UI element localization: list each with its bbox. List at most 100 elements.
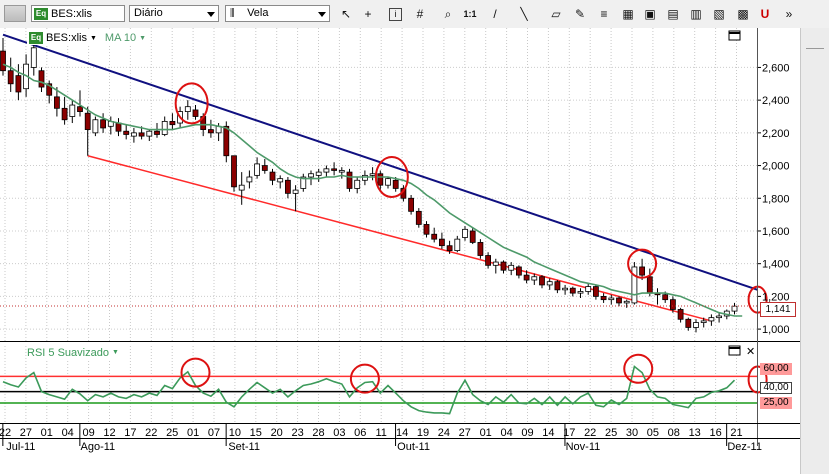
candle-body — [616, 297, 622, 304]
line-tool-icon[interactable]: / — [487, 6, 503, 22]
month-label: Set-11 — [228, 441, 260, 453]
indicator-icon[interactable]: ▦ — [620, 6, 636, 22]
legend-ma[interactable]: MA 10 — [105, 32, 136, 44]
candle-body — [415, 210, 422, 225]
time-axis-label: 23 — [291, 427, 303, 439]
price-axis-label: 1,400 — [762, 259, 790, 271]
grid-icon[interactable]: # — [412, 6, 428, 22]
cursor-icon[interactable]: ↖ — [338, 6, 354, 22]
time-axis-label: 11 — [375, 427, 386, 439]
candle-body — [485, 255, 492, 266]
pencil-icon[interactable]: ✎ — [572, 6, 588, 22]
calendar-icon[interactable]: ▥ — [688, 6, 704, 22]
candle-body — [238, 184, 245, 191]
candle-body — [69, 104, 76, 117]
news-icon[interactable]: ▤ — [665, 6, 681, 22]
toolbar-handle[interactable] — [4, 5, 26, 22]
time-axis-label: 05 — [647, 427, 659, 439]
price-axis: 2,6002,4002,2002,0001,8001,6001,4001,200… — [757, 62, 790, 336]
chart-svg[interactable]: 2,6002,4002,2002,0001,8001,6001,4001,200… — [0, 28, 800, 474]
candle-body — [315, 171, 322, 176]
candle-body — [130, 132, 137, 137]
time-axis-label: 25 — [605, 427, 617, 439]
candle-body — [61, 107, 68, 121]
price-axis-label: 1,800 — [762, 193, 790, 205]
alert-icon[interactable]: ▣ — [642, 6, 658, 22]
rsi-title[interactable]: RSI 5 Suavizado — [27, 347, 109, 359]
settings-icon[interactable]: ▩ — [735, 6, 751, 22]
candle-body — [600, 295, 607, 301]
period-value: Diário — [134, 7, 163, 19]
symbol-input[interactable]: Eq BES:xlis — [31, 5, 125, 22]
candle-body — [569, 287, 576, 294]
candle-body — [454, 238, 461, 251]
chevron-down-icon[interactable]: ▼ — [139, 35, 146, 42]
price-axis-label: 1,600 — [762, 226, 790, 238]
time-axis-label: 25 — [166, 427, 178, 439]
time-axis-label: 04 — [62, 427, 74, 439]
month-label: Nov-11 — [566, 441, 601, 453]
candle-body — [523, 274, 530, 281]
time-axis-label: 21 — [730, 427, 742, 439]
candle-body — [30, 47, 37, 68]
time-axis-label: 04 — [500, 427, 512, 439]
candle-body — [0, 50, 6, 72]
magnet-icon[interactable]: U — [757, 6, 773, 22]
scale-icon[interactable]: 1:1 — [462, 6, 478, 22]
candle-body — [546, 281, 553, 286]
candle-body — [38, 70, 45, 88]
price-axis-label: 2,600 — [762, 62, 790, 74]
candle-body — [184, 106, 191, 112]
candle-body — [531, 276, 538, 281]
candle-body — [731, 305, 738, 312]
candle-body — [169, 121, 176, 126]
calendar-icon[interactable]: ▧ — [711, 6, 727, 22]
month-label: Ago-11 — [81, 441, 116, 453]
more-tools-icon[interactable]: » — [781, 6, 797, 22]
chart-style-select[interactable]: ⫼ Vela — [225, 5, 330, 22]
candle-body — [716, 315, 722, 319]
candle-body — [662, 294, 669, 301]
zoom-icon[interactable]: ⌕ — [440, 6, 456, 22]
time-axis-label: 09 — [82, 427, 94, 439]
candle-body — [277, 178, 284, 183]
candle-body — [7, 70, 14, 85]
side-panel-edge — [806, 48, 824, 53]
crosshair-icon[interactable]: + — [360, 6, 376, 22]
eraser-icon[interactable]: ▱ — [548, 6, 564, 22]
chart-area[interactable]: 2,600 2,400 2,200 2,000 1,800 1,600 1,400 1,200… — [0, 28, 800, 474]
candle-body — [361, 174, 368, 181]
candle-body — [207, 129, 214, 134]
candle-body — [392, 179, 399, 189]
candle-body — [539, 276, 545, 286]
candle-body — [670, 299, 676, 310]
candle-body — [246, 176, 253, 183]
candle-body — [554, 281, 561, 291]
period-select[interactable]: Diário — [129, 5, 219, 22]
line-tool-dropdown-icon[interactable]: ╲ — [516, 6, 532, 22]
time-axis-label: 08 — [668, 427, 680, 439]
candle-body — [677, 309, 684, 320]
time-axis-label: 27 — [459, 427, 471, 439]
time-axis-label: 30 — [626, 427, 638, 439]
time-axis-label: 07 — [208, 427, 220, 439]
candle-body — [154, 130, 160, 135]
fibonacci-icon[interactable]: ≡ — [596, 6, 612, 22]
side-panel[interactable] — [800, 28, 829, 474]
month-label: Dez-11 — [727, 441, 762, 453]
legend-symbol[interactable]: BES:xlis — [46, 32, 87, 44]
candle-body — [646, 276, 653, 294]
candle-body — [562, 287, 568, 291]
time-axis-label: 22 — [0, 427, 11, 439]
chevron-down-icon[interactable]: ▼ — [90, 35, 97, 42]
rsi-level-label-mid: 40,00 — [760, 382, 792, 394]
candle-body — [708, 317, 715, 322]
candle-body — [354, 179, 361, 189]
close-rsi-panel-icon[interactable]: ✕ — [746, 346, 755, 358]
candle-body — [54, 96, 60, 109]
candle-body — [123, 130, 130, 135]
candle-body — [223, 125, 230, 157]
time-axis-label: 10 — [229, 427, 241, 439]
chevron-down-icon[interactable]: ▼ — [112, 349, 119, 356]
info-icon[interactable]: i — [389, 8, 402, 21]
